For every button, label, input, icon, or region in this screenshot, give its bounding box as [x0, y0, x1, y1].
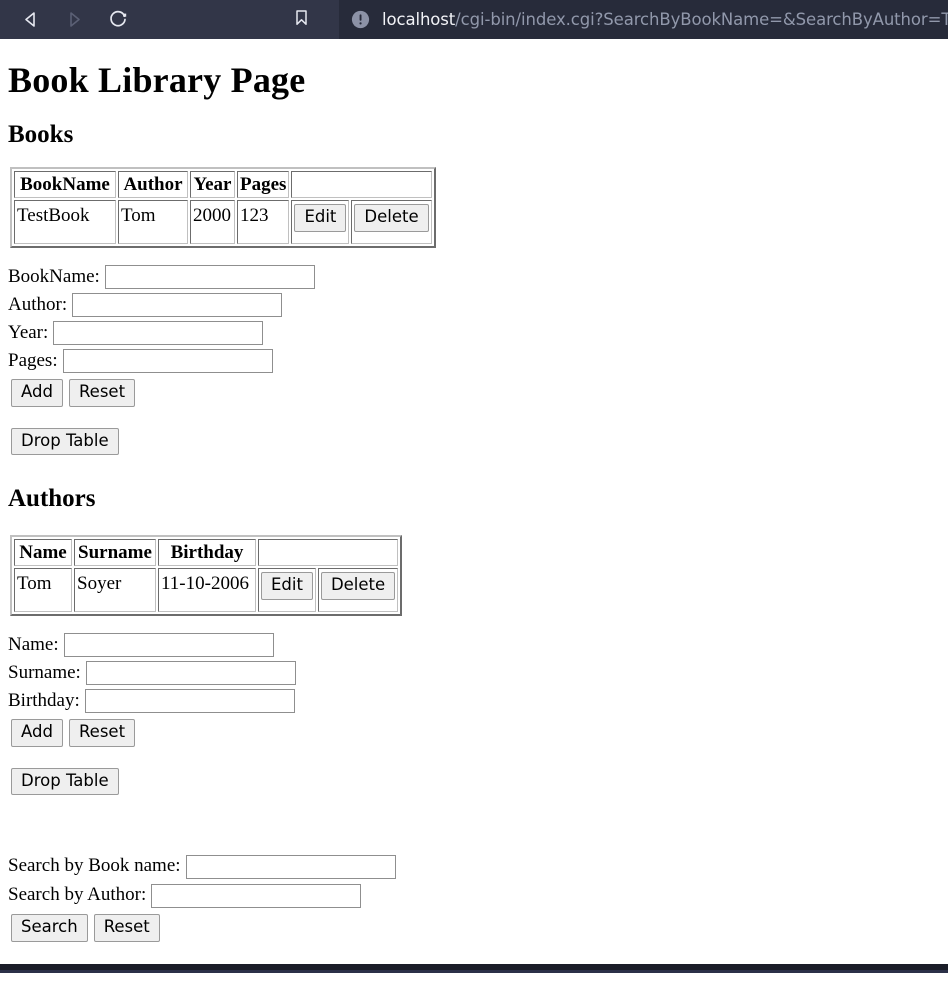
bookmark-button[interactable] [282, 0, 320, 39]
cell-bookname: TestBook [14, 200, 116, 245]
url-text: localhost/cgi-bin/index.cgi?SearchByBook… [382, 0, 948, 39]
books-drop-table-button[interactable]: Drop Table [11, 427, 119, 456]
author-reset-button[interactable]: Reset [68, 719, 136, 747]
forward-button[interactable] [52, 0, 96, 39]
search-author-label: Search by Author: [8, 884, 147, 906]
author-surname-row: Surname: [8, 660, 940, 686]
page-title: Book Library Page [8, 60, 306, 100]
column-header-year: Year [190, 171, 235, 199]
search-reset-button[interactable]: Reset [93, 914, 160, 942]
forward-arrow-icon [65, 10, 84, 29]
book-form-buttons: Add Reset [11, 379, 940, 407]
authors-drop-table-row: Drop Table [11, 767, 940, 796]
cell-edit: Edit [258, 568, 316, 613]
column-header-name: Name [14, 539, 72, 567]
column-header-pages: Pages [237, 171, 290, 199]
book-form: BookName: Author: Year: Pages: Add Reset [8, 264, 940, 407]
cell-name: Tom [14, 568, 72, 613]
author-form-buttons: Add Reset [11, 719, 940, 747]
search-form-buttons: Search Reset [11, 914, 940, 942]
back-button[interactable] [8, 0, 52, 39]
reload-button[interactable] [96, 0, 140, 39]
author-birthday-row: Birthday: [8, 688, 940, 714]
book-pages-input[interactable] [62, 349, 273, 374]
scrollbar-track[interactable] [0, 970, 948, 973]
column-header-actions [258, 539, 399, 567]
book-pages-row: Pages: [8, 348, 940, 374]
url-host: localhost [382, 10, 456, 29]
search-book-row: Search by Book name: [8, 853, 940, 880]
column-header-author: Author [118, 171, 188, 199]
table-header-row: BookName Author Year Pages [14, 171, 432, 199]
book-bookname-row: BookName: [8, 264, 940, 290]
author-edit-button[interactable]: Edit [261, 572, 313, 600]
book-delete-button[interactable]: Delete [354, 204, 429, 232]
page-content: Book Library Page Books BookName Author … [0, 39, 948, 973]
book-bookname-label: BookName: [8, 265, 100, 287]
cell-author: Tom [118, 200, 188, 245]
book-author-row: Author: [8, 292, 940, 318]
column-header-surname: Surname [74, 539, 156, 567]
book-year-label: Year: [8, 321, 49, 343]
book-edit-button[interactable]: Edit [294, 204, 347, 232]
author-name-input[interactable] [63, 633, 274, 658]
author-birthday-input[interactable] [84, 689, 295, 714]
search-form: Search by Book name: Search by Author: S… [8, 853, 940, 942]
book-author-label: Author: [8, 293, 68, 315]
search-button[interactable]: Search [11, 914, 88, 942]
books-table: BookName Author Year Pages TestBook Tom … [10, 167, 436, 249]
books-drop-table-row: Drop Table [11, 427, 940, 456]
cell-edit: Edit [291, 200, 350, 245]
book-add-button[interactable]: Add [11, 379, 63, 407]
reload-icon [108, 9, 129, 30]
authors-table: Name Surname Birthday Tom Soyer 11-10-20… [10, 535, 403, 617]
author-birthday-label: Birthday: [8, 689, 80, 711]
horizontal-scrollbar[interactable] [0, 964, 948, 973]
author-delete-button[interactable]: Delete [320, 572, 396, 600]
bookmark-icon [292, 8, 311, 32]
author-surname-input[interactable] [85, 661, 296, 686]
browser-toolbar: localhost/cgi-bin/index.cgi?SearchByBook… [0, 0, 948, 39]
search-author-row: Search by Author: [8, 882, 940, 909]
book-bookname-input[interactable] [104, 265, 315, 290]
author-form: Name: Surname: Birthday: Add Reset [8, 632, 940, 747]
cell-birthday: 11-10-2006 [158, 568, 256, 613]
column-header-actions [291, 171, 432, 199]
book-author-input[interactable] [72, 293, 283, 318]
author-name-row: Name: [8, 632, 940, 658]
cell-surname: Soyer [74, 568, 156, 613]
author-add-button[interactable]: Add [11, 719, 63, 747]
cell-pages: 123 [237, 200, 290, 245]
author-surname-label: Surname: [8, 661, 81, 683]
table-header-row: Name Surname Birthday [14, 539, 399, 567]
search-book-input[interactable] [185, 854, 396, 879]
cell-delete: Delete [317, 568, 399, 613]
not-secure-info-icon[interactable] [349, 9, 371, 31]
back-arrow-icon [21, 10, 40, 29]
url-path-query: /cgi-bin/index.cgi?SearchByBookName=&Sea… [455, 10, 948, 29]
column-header-bookname: BookName [14, 171, 116, 199]
table-row: Tom Soyer 11-10-2006 Edit Delete [14, 568, 399, 613]
table-row: TestBook Tom 2000 123 Edit Delete [14, 200, 432, 245]
url-bar[interactable]: localhost/cgi-bin/index.cgi?SearchByBook… [339, 0, 948, 39]
search-book-label: Search by Book name: [8, 855, 181, 877]
cell-delete: Delete [351, 200, 432, 245]
book-year-row: Year: [8, 320, 940, 346]
authors-drop-table-button[interactable]: Drop Table [11, 767, 119, 796]
search-author-input[interactable] [151, 883, 362, 908]
author-name-label: Name: [8, 633, 59, 655]
books-heading: Books [8, 121, 74, 149]
book-reset-button[interactable]: Reset [68, 379, 136, 407]
book-year-input[interactable] [53, 321, 264, 346]
column-header-birthday: Birthday [158, 539, 256, 567]
book-pages-label: Pages: [8, 349, 58, 371]
cell-year: 2000 [190, 200, 235, 245]
authors-heading: Authors [8, 485, 96, 513]
